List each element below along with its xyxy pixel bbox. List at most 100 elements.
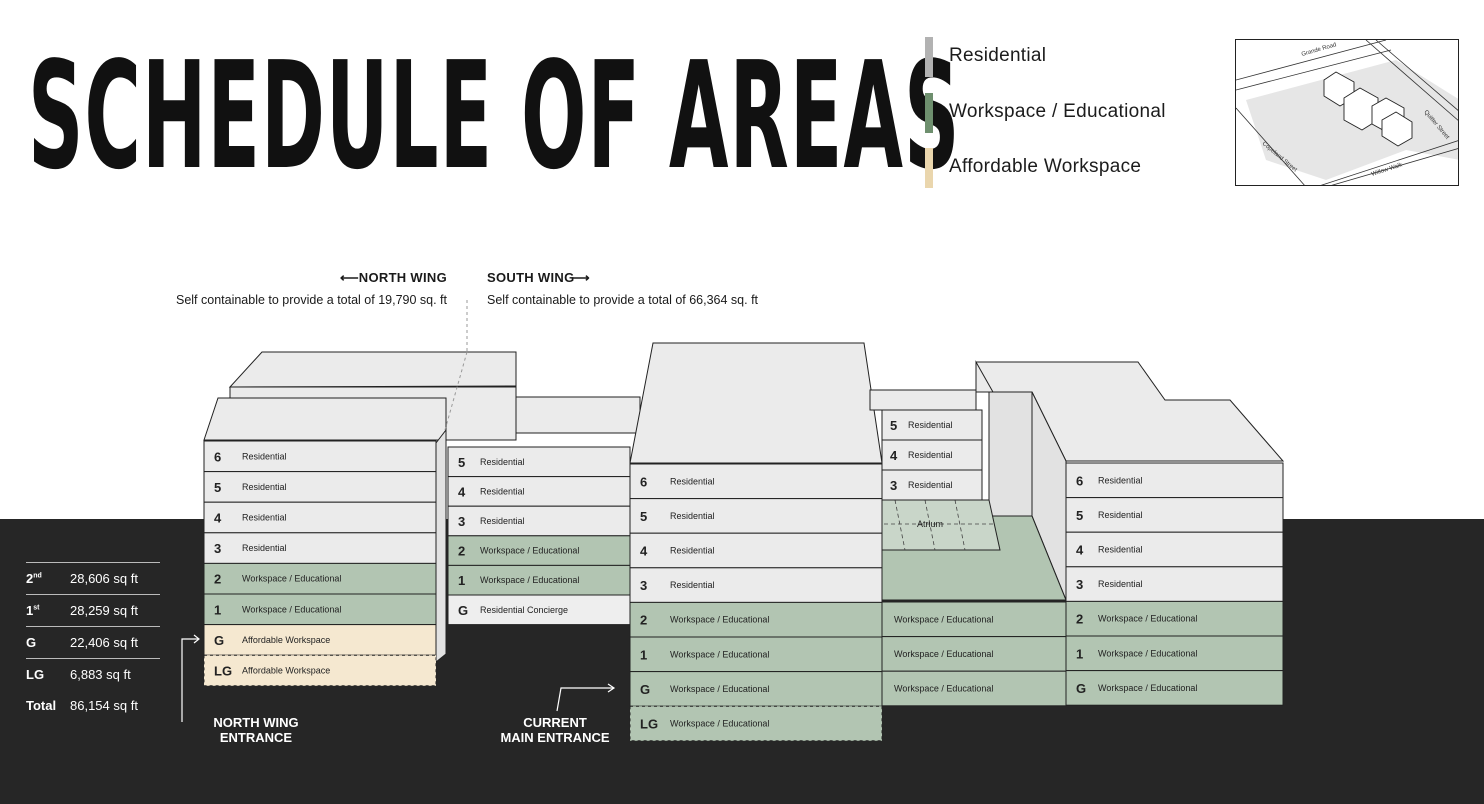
floor-slab-main-block xyxy=(629,567,883,603)
floor-number: 3 xyxy=(214,541,221,556)
south-wing-arrow: ⟶ xyxy=(571,270,590,285)
floor-use-label: Workspace / Educational xyxy=(670,649,769,659)
area-row: LG 6,883 sq ft xyxy=(26,658,160,690)
area-row-total: Total 86,154 sq ft xyxy=(26,690,160,721)
floor-number: 3 xyxy=(640,578,647,593)
floor-use-label: Residential xyxy=(242,543,287,553)
floor-number: 3 xyxy=(1076,577,1083,592)
floor-use-label: Residential xyxy=(1098,510,1143,520)
area-value: 28,606 sq ft xyxy=(70,571,138,586)
floor-number: 6 xyxy=(1076,473,1083,488)
area-row: 1st 28,259 sq ft xyxy=(26,594,160,626)
floor-use-label: Residential xyxy=(908,480,953,490)
floor-slab-north-wing xyxy=(203,532,437,564)
floor-use-label: Workspace / Educational xyxy=(480,575,579,585)
floor-use-label: Residential xyxy=(480,516,525,526)
floor-slab-main-block xyxy=(629,463,883,500)
floor-number: 2 xyxy=(458,544,465,559)
floor-use-label: Residential xyxy=(242,482,287,492)
floor-use-label: Workspace / Educational xyxy=(894,684,993,694)
building-massing-diagram: 6 Residential 5 Residential 4 Residential 3 Res… xyxy=(176,270,1285,745)
area-floor: 1st xyxy=(26,603,40,618)
floor-use-label: Residential xyxy=(908,420,953,430)
floor-use-label: Workspace / Educational xyxy=(670,615,769,625)
floor-number: 6 xyxy=(640,474,647,489)
area-floor: 2nd xyxy=(26,571,42,586)
floor-use-label: Workspace / Educational xyxy=(1098,648,1197,658)
floor-use-label: Affordable Workspace xyxy=(242,666,330,676)
floor-number: 2 xyxy=(214,572,221,587)
floor-number: 2 xyxy=(1076,612,1083,627)
floor-number: G xyxy=(1076,681,1086,696)
floor-number: 2 xyxy=(640,613,647,628)
floor-use-label: Workspace / Educational xyxy=(242,604,341,614)
north-wing-description: Self containable to provide a total of 1… xyxy=(176,293,448,307)
floor-number: 1 xyxy=(458,573,465,588)
floor-use-label: Workspace / Educational xyxy=(894,614,993,624)
floor-number: 3 xyxy=(890,478,897,493)
floor-number: 3 xyxy=(458,514,465,529)
floor-number: 5 xyxy=(890,418,897,433)
floor-use-label: Residential xyxy=(670,511,715,521)
floor-slab-link-block xyxy=(447,446,631,478)
south-wing-description: Self containable to provide a total of 6… xyxy=(487,293,759,307)
floor-number: G xyxy=(214,633,224,648)
floor-number: 1 xyxy=(214,602,221,617)
floor-number: 5 xyxy=(214,480,221,495)
main-entrance-pointer xyxy=(556,683,616,712)
north-entrance-label-line1: NORTH WING xyxy=(213,715,298,730)
floor-use-label: Residential xyxy=(908,450,953,460)
floor-number: 4 xyxy=(458,484,466,499)
floor-number: G xyxy=(458,603,468,618)
floor-slab-north-wing xyxy=(203,501,437,534)
floor-use-label: Workspace / Educational xyxy=(670,684,769,694)
floor-number: 5 xyxy=(1076,508,1083,523)
floor-number: 4 xyxy=(640,544,648,559)
floor-use-label: Residential xyxy=(670,546,715,556)
area-value: 86,154 sq ft xyxy=(70,698,138,713)
area-row: G 22,406 sq ft xyxy=(26,626,160,658)
main-entrance-label-line2: MAIN ENTRANCE xyxy=(500,730,609,745)
south-wing-heading: SOUTH WING xyxy=(487,270,575,285)
floor-use-label: Workspace / Educational xyxy=(1098,614,1197,624)
main-entrance-label-line1: CURRENT xyxy=(523,715,587,730)
floor-use-label: Residential xyxy=(480,457,525,467)
floor-number: 5 xyxy=(458,455,465,470)
floor-use-label: Workspace / Educational xyxy=(480,546,579,556)
area-value: 22,406 sq ft xyxy=(70,635,138,650)
floor-number: 4 xyxy=(890,448,898,463)
area-schedule-table: 2nd 28,606 sq ft 1st 28,259 sq ft G 22,4… xyxy=(26,562,160,721)
floor-use-label: Residential xyxy=(1098,475,1143,485)
north-wing-heading: NORTH WING xyxy=(359,270,447,285)
floor-number: G xyxy=(640,682,650,697)
floor-use-label: Affordable Workspace xyxy=(242,635,330,645)
floor-use-label: Residential xyxy=(1098,545,1143,555)
floor-number: LG xyxy=(214,664,232,679)
floor-use-label: Residential xyxy=(670,580,715,590)
floor-use-label: Workspace / Educational xyxy=(242,574,341,584)
area-floor: G xyxy=(26,635,37,650)
floor-number: 6 xyxy=(214,449,221,464)
north-entrance-label-line2: ENTRANCE xyxy=(220,730,293,745)
area-floor: LG xyxy=(26,667,45,682)
floor-slab-main-block xyxy=(629,532,883,569)
floor-number: 1 xyxy=(1076,646,1083,661)
floor-number: 4 xyxy=(214,511,222,526)
floor-slab-main-block xyxy=(629,498,883,534)
floor-use-label: Residential Concierge xyxy=(480,605,568,615)
north-entrance-pointer xyxy=(181,634,200,722)
area-row: 2nd 28,606 sq ft xyxy=(26,562,160,594)
floor-use-label: Residential xyxy=(242,513,287,523)
floor-use-label: Residential xyxy=(1098,579,1143,589)
floor-use-label: Residential xyxy=(242,451,287,461)
floor-use-label: Workspace / Educational xyxy=(894,649,993,659)
floor-slab-north-wing xyxy=(203,440,437,473)
north-wing-callout: ⟵ NORTH WING Self containable to provide… xyxy=(176,270,448,307)
floor-slab-north-wing xyxy=(203,471,437,503)
floor-number: 1 xyxy=(640,647,647,662)
floor-use-label: Residential xyxy=(670,476,715,486)
north-wing-arrow: ⟵ xyxy=(340,270,359,285)
floor-number: 4 xyxy=(1076,543,1084,558)
area-value: 28,259 sq ft xyxy=(70,603,138,618)
floor-slab-link-block xyxy=(447,505,631,537)
